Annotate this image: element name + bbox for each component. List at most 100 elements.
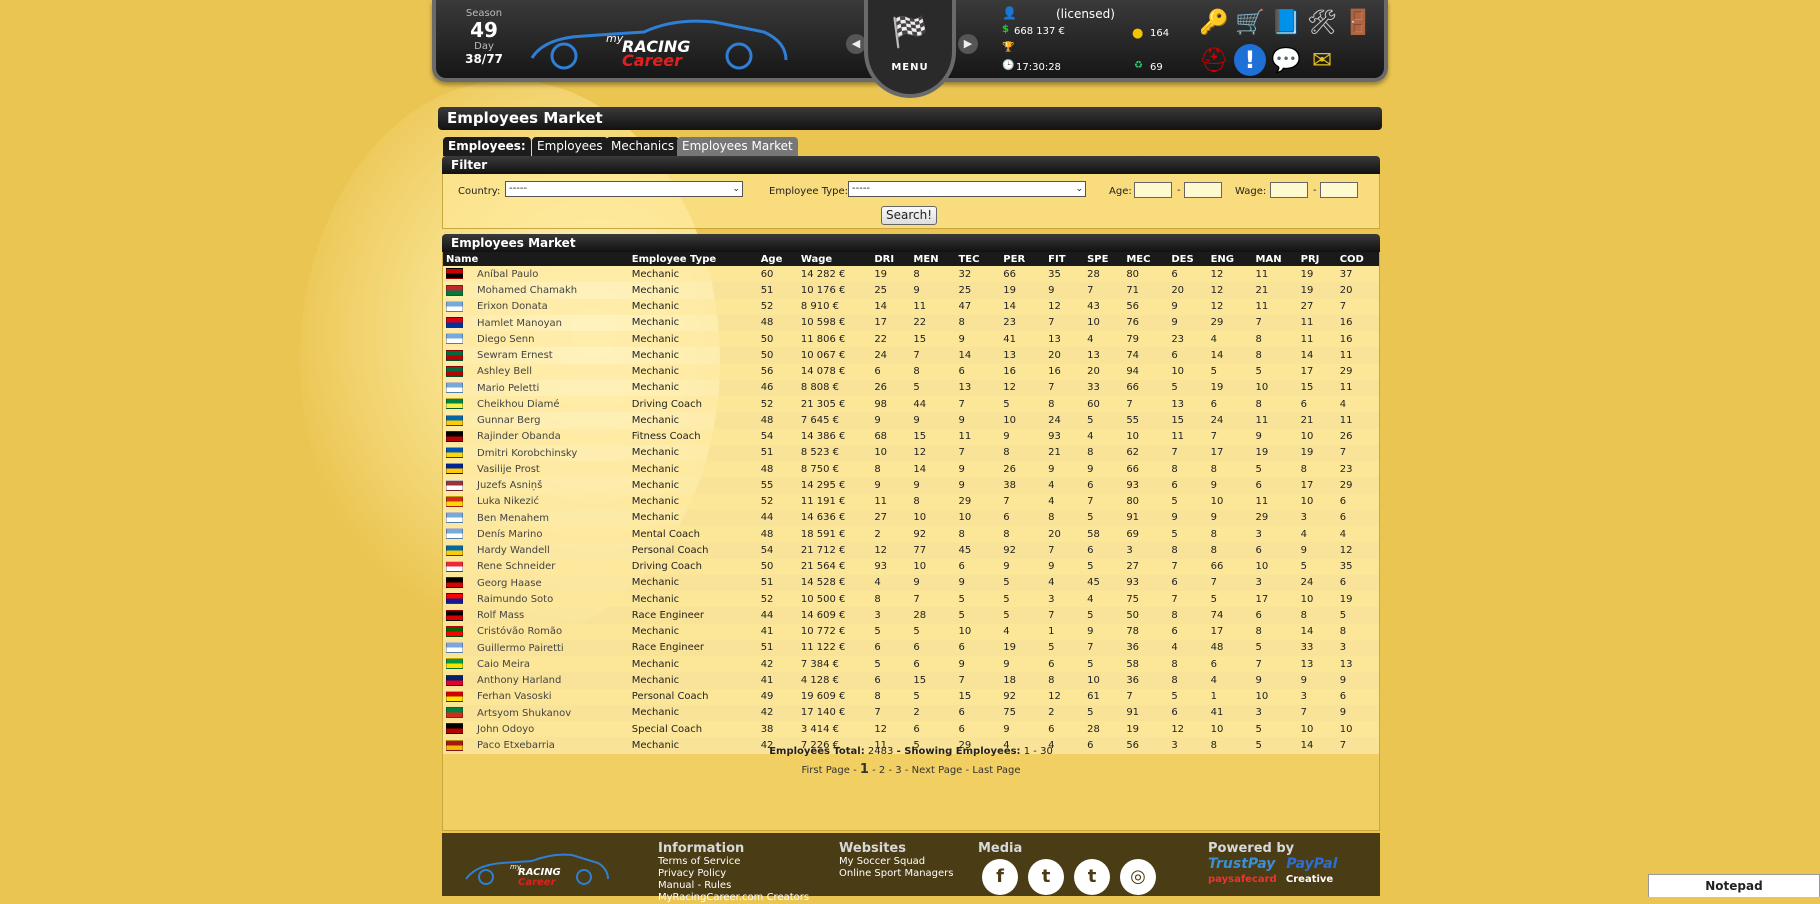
keys-icon[interactable]: 🔑 [1198, 6, 1230, 38]
table-row[interactable]: Artsyom Shukanov Mechanic 42 17 140 €7 2 6 75 2… [443, 704, 1379, 721]
table-row[interactable]: Raimundo Soto Mechanic 52 10 500 €8 7 5 5 3 4 75 7… [443, 591, 1379, 608]
table-row[interactable]: Ashley Bell Mechanic 56 14 078 €6 8 6 16 16 20 94… [443, 363, 1379, 380]
page-2-link[interactable]: 2 [879, 765, 885, 776]
table-row[interactable]: Hamlet Manoyan Mechanic 48 10 598 €17 22 8 23 7… [443, 314, 1379, 331]
employee-name-cell[interactable]: Mario Peletti [443, 379, 629, 396]
employee-name-cell[interactable]: Gunnar Berg [443, 412, 629, 429]
table-row[interactable]: Rajinder Obanda Fitness Coach 54 14 386 €68… [443, 428, 1379, 445]
mail-icon[interactable]: ✉ [1306, 44, 1338, 76]
book-icon[interactable]: 📘 [1270, 6, 1302, 38]
menu-next-arrow[interactable]: ▶ [958, 34, 978, 54]
table-row[interactable]: Mohamed Chamakh Mechanic 51 10 176 €25 9 25 19… [443, 282, 1379, 299]
column-header[interactable]: COD [1336, 252, 1379, 266]
column-header[interactable]: Wage [797, 252, 872, 266]
table-row[interactable]: Guillermo Pairetti Race Engineer 51 11 122 … [443, 639, 1379, 656]
site-logo[interactable]: my RACING Career [524, 8, 794, 70]
employee-name[interactable]: Sewram Ernest [477, 350, 553, 361]
column-header[interactable]: MAN [1252, 252, 1298, 266]
employee-name[interactable]: Cristóvão Romão [477, 626, 562, 637]
employee-name[interactable]: Hamlet Manoyan [477, 318, 562, 329]
employee-name-cell[interactable]: John Odoyo [443, 721, 629, 738]
table-row[interactable]: Sewram Ernest Mechanic 50 10 067 €24 7 14 13 20… [443, 347, 1379, 364]
employee-name-cell[interactable]: Vasilije Prost [443, 461, 629, 478]
employee-name-cell[interactable]: Denís Marino [443, 526, 629, 543]
employee-name-cell[interactable]: Ben Menahem [443, 509, 629, 526]
first-page-link[interactable]: First Page [801, 765, 849, 776]
employee-name-cell[interactable]: Raimundo Soto [443, 591, 629, 608]
menu-button[interactable]: 🏁 MENU [864, 0, 956, 98]
employee-name[interactable]: Mario Peletti [477, 383, 539, 394]
tab-employees-market[interactable]: Employees Market [677, 137, 798, 156]
employee-name[interactable]: Rolf Mass [477, 610, 524, 621]
logout-icon[interactable]: 🚪 [1342, 6, 1374, 38]
table-row[interactable]: Cheikhou Diamé Driving Coach 52 21 305 €98 4… [443, 396, 1379, 413]
employee-name[interactable]: Gunnar Berg [477, 415, 540, 426]
employee-name-cell[interactable]: Rolf Mass [443, 607, 629, 624]
employee-name-cell[interactable]: Anthony Harland [443, 672, 629, 689]
helmet-icon[interactable]: ⛑ [1198, 44, 1230, 76]
last-page-link[interactable]: Last Page [972, 765, 1020, 776]
country-select[interactable]: ----- ⌄ [505, 181, 743, 197]
column-header[interactable]: MEN [910, 252, 956, 266]
employee-name-cell[interactable]: Sewram Ernest [443, 347, 629, 364]
table-row[interactable]: Ferhan Vasoski Personal Coach 49 19 609 €8 5… [443, 688, 1379, 705]
column-header[interactable]: ENG [1207, 252, 1253, 266]
employee-name-cell[interactable]: Luka Nikezić [443, 493, 629, 510]
employee-name-cell[interactable]: Artsyom Shukanov [443, 704, 629, 721]
tools-icon[interactable]: 🛠 [1306, 6, 1338, 38]
twitter-icon[interactable]: t [1028, 859, 1064, 895]
column-header[interactable]: PER [1000, 252, 1046, 266]
next-page-link[interactable]: Next Page [912, 765, 963, 776]
employee-name[interactable]: Diego Senn [477, 334, 534, 345]
employee-name-cell[interactable]: Diego Senn [443, 331, 629, 348]
table-row[interactable]: Rolf Mass Race Engineer 44 14 609 €3 28 5 5 7 5 5… [443, 607, 1379, 624]
employee-name[interactable]: Ben Menahem [477, 513, 549, 524]
shop-cart-icon[interactable]: 🛒 [1234, 6, 1266, 38]
employee-name-cell[interactable]: Ferhan Vasoski [443, 688, 629, 705]
employee-name-cell[interactable]: Rajinder Obanda [443, 428, 629, 445]
table-row[interactable]: Anthony Harland Mechanic 41 4 128 €6 15 7 18 8 1… [443, 672, 1379, 689]
table-row[interactable]: Rene Schneider Driving Coach 50 21 564 €93 1… [443, 558, 1379, 575]
employee-name[interactable]: Ashley Bell [477, 366, 532, 377]
employee-name[interactable]: Hardy Wandell [477, 545, 550, 556]
tab-employees[interactable]: Employees [532, 137, 608, 156]
column-header[interactable]: DES [1168, 252, 1208, 266]
employee-name-cell[interactable]: Hamlet Manoyan [443, 314, 629, 331]
employee-name-cell[interactable]: Cheikhou Diamé [443, 396, 629, 413]
column-header[interactable]: Name [443, 252, 629, 266]
terms-link[interactable]: Terms of Service [658, 856, 809, 868]
employee-name[interactable]: Rajinder Obanda [477, 431, 561, 442]
table-row[interactable]: Ben Menahem Mechanic 44 14 636 €27 10 10 6 8 5 91… [443, 509, 1379, 526]
instagram-icon[interactable]: ◎ [1120, 859, 1156, 895]
search-button[interactable]: Search! [881, 206, 938, 225]
facebook-icon[interactable]: f [982, 859, 1018, 895]
age-max-input[interactable] [1184, 182, 1222, 198]
column-header[interactable]: SPE [1084, 252, 1124, 266]
employee-type-select[interactable]: ----- ⌄ [848, 181, 1086, 197]
employee-name-cell[interactable]: Dmitri Korobchinsky [443, 444, 629, 461]
notepad-button[interactable]: Notepad [1648, 874, 1820, 897]
footer-logo[interactable]: my RACING Career [462, 847, 612, 887]
menu-prev-arrow[interactable]: ◀ [846, 34, 866, 54]
table-row[interactable]: Denís Marino Mental Coach 48 18 591 €2 92 8 8 2… [443, 526, 1379, 543]
table-row[interactable]: Cristóvão Romão Mechanic 41 10 772 €5 5 10 4 1 9… [443, 623, 1379, 640]
employee-name-cell[interactable]: Rene Schneider [443, 558, 629, 575]
alert-icon[interactable]: ! [1234, 44, 1266, 76]
employee-name[interactable]: Raimundo Soto [477, 594, 553, 605]
employee-name-cell[interactable]: Juzefs Asniņš [443, 477, 629, 494]
table-row[interactable]: Juzefs Asniņš Mechanic 55 14 295 €9 9 9 38 4 6 93… [443, 477, 1379, 494]
employee-name[interactable]: Dmitri Korobchinsky [477, 448, 577, 459]
table-row[interactable]: Aníbal Paulo Mechanic 60 14 282 €19 8 32 66 35 2… [443, 266, 1379, 283]
column-header[interactable]: FIT [1045, 252, 1085, 266]
table-row[interactable]: Diego Senn Mechanic 50 11 806 €22 15 9 41 13 4 79… [443, 331, 1379, 348]
column-header[interactable]: PRJ [1297, 252, 1337, 266]
table-row[interactable]: Georg Haase Mechanic 51 14 528 €4 9 9 5 4 45 93 6 7… [443, 574, 1379, 591]
wage-min-input[interactable] [1270, 182, 1308, 198]
employee-name[interactable]: Guillermo Pairetti [477, 643, 564, 654]
page-3-link[interactable]: 3 [895, 765, 901, 776]
table-row[interactable]: Dmitri Korobchinsky Mechanic 51 8 523 €10 12… [443, 444, 1379, 461]
column-header[interactable]: DRI [871, 252, 911, 266]
employee-name-cell[interactable]: Cristóvão Romão [443, 623, 629, 640]
employee-name-cell[interactable]: Aníbal Paulo [443, 266, 629, 283]
employee-name[interactable]: Denís Marino [477, 529, 542, 540]
